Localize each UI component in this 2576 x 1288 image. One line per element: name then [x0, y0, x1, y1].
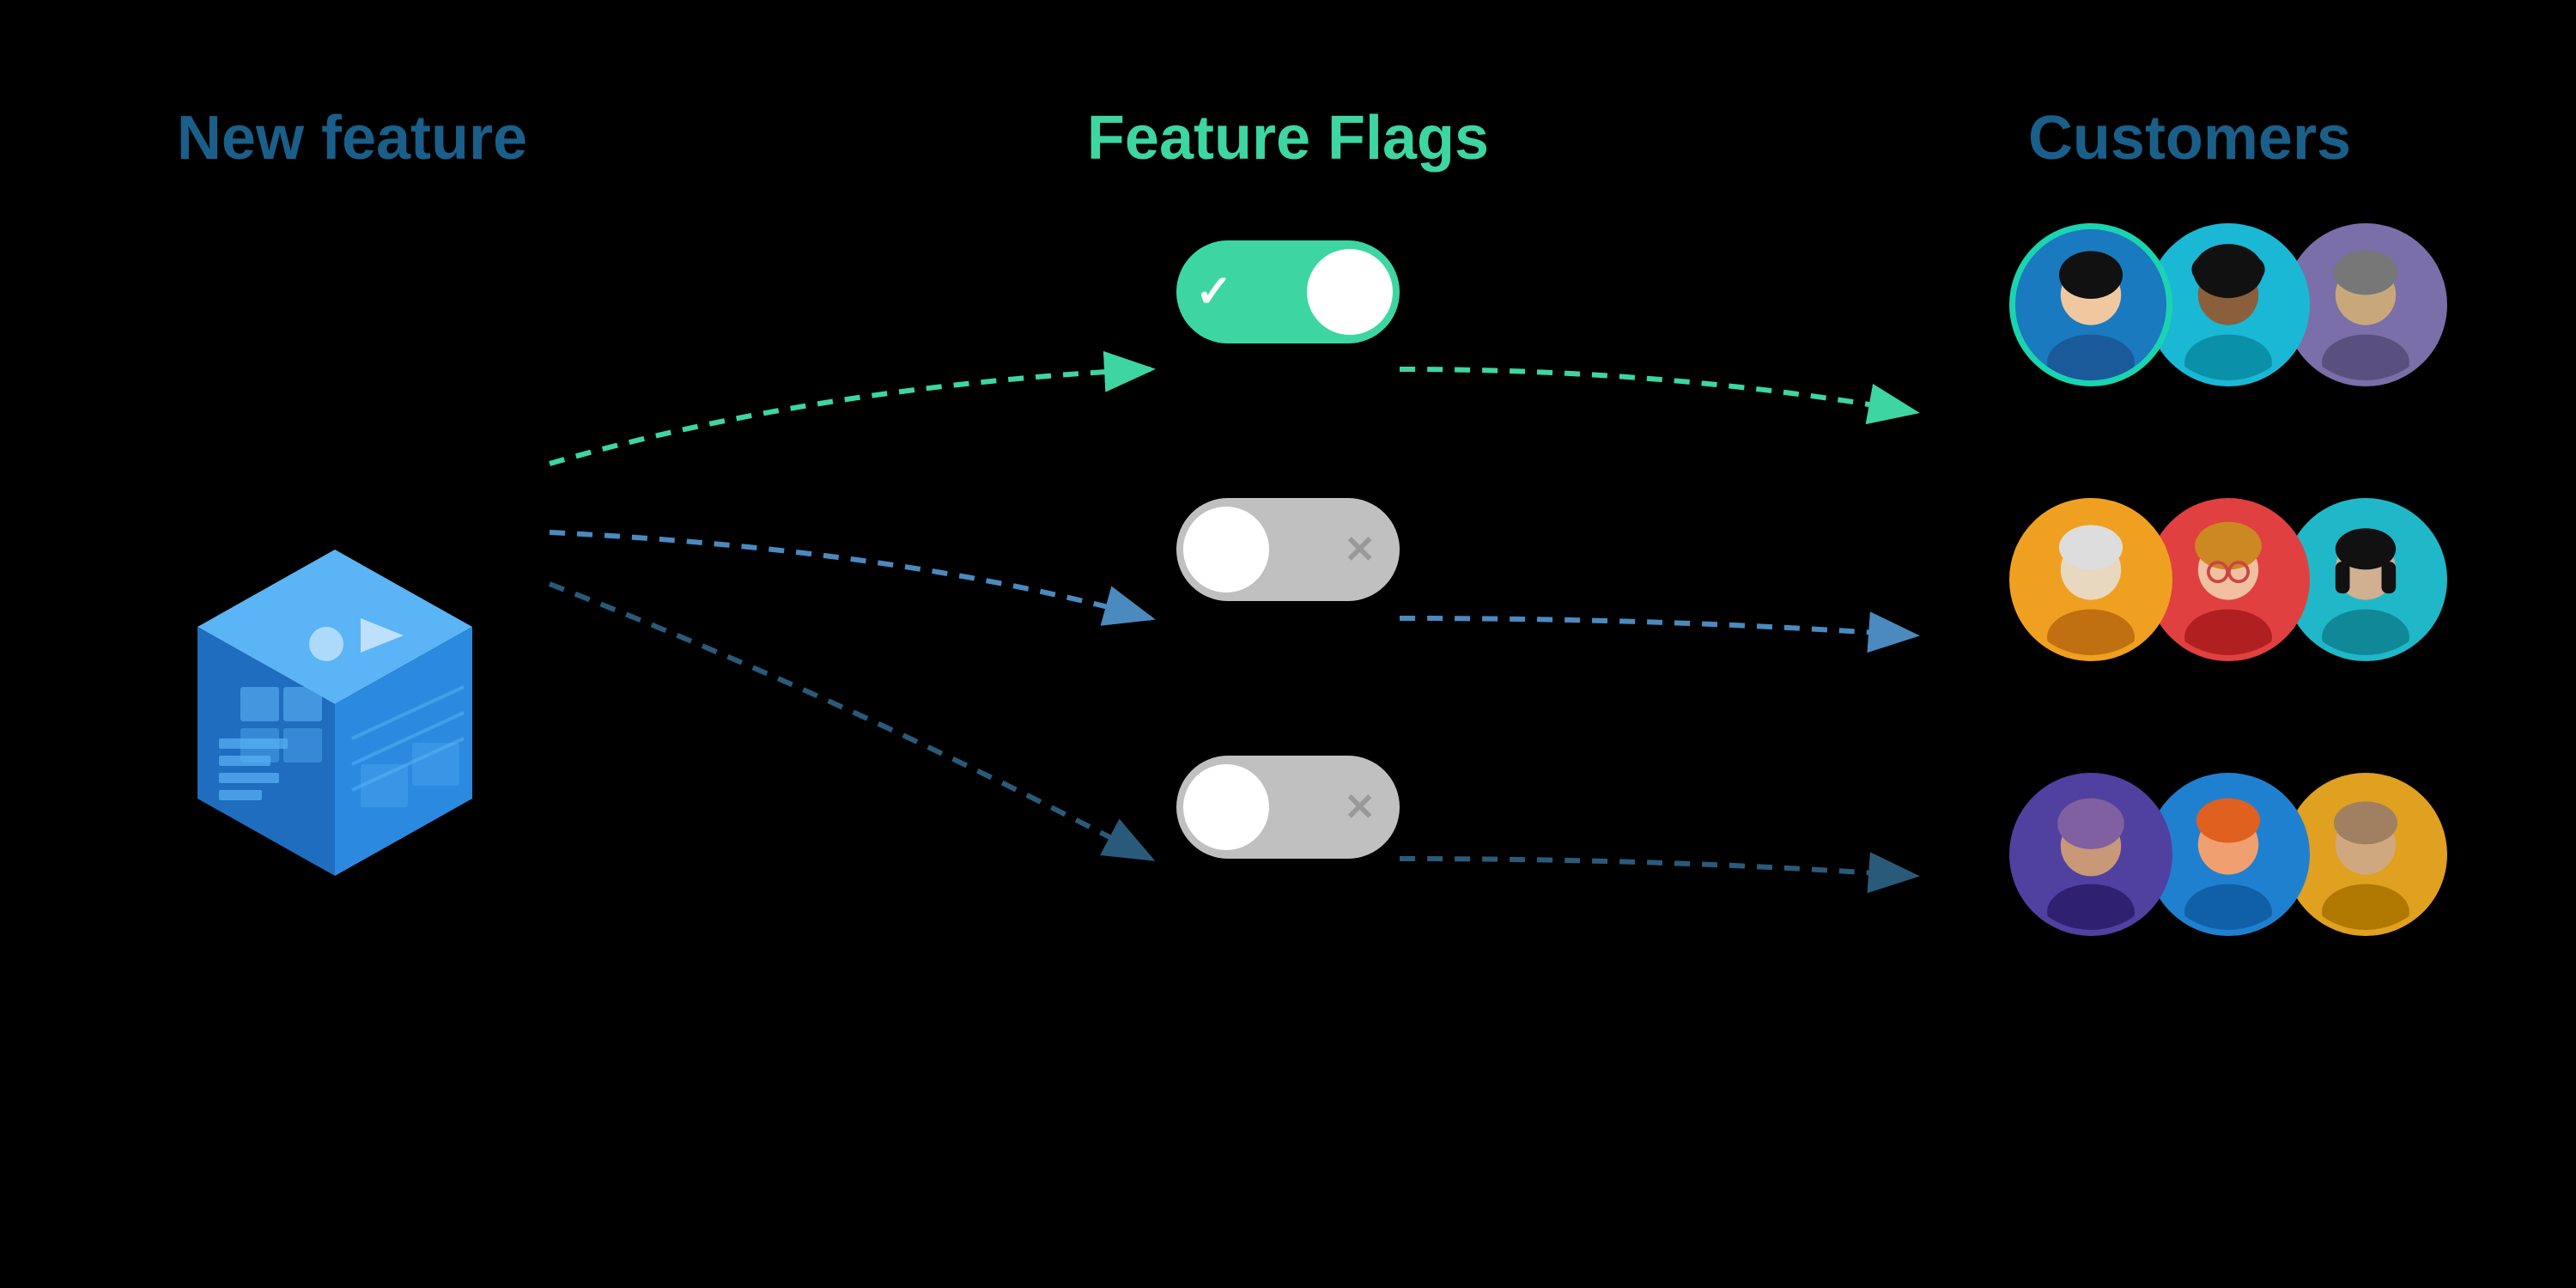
toggle-off-icon-3: ✕ — [1344, 786, 1376, 829]
layout: New feature Feature Flags Customers — [129, 86, 2447, 1202]
toggle-1-knob — [1307, 249, 1393, 335]
toggle-1[interactable]: ✓ — [1176, 240, 1400, 343]
toggle-off-icon-2: ✕ — [1344, 528, 1376, 572]
avatar-2-1 — [2009, 498, 2172, 661]
new-feature-header: New feature — [129, 103, 575, 173]
toggle-2-knob — [1183, 507, 1269, 592]
toggle-3-knob — [1183, 764, 1269, 850]
avatar-1-1 — [2009, 223, 2172, 386]
scene: New feature Feature Flags Customers — [0, 0, 2576, 1288]
feature-flags-column: ✓ ✕ ✕ — [1176, 240, 1400, 859]
customers-column — [2009, 223, 2447, 936]
avatar-group-3 — [2009, 773, 2447, 936]
customers-header: Customers — [1932, 103, 2447, 173]
avatar-group-2 — [2009, 498, 2447, 661]
new-feature-cube — [155, 515, 515, 876]
toggle-2[interactable]: ✕ — [1176, 498, 1400, 601]
toggle-on-icon: ✓ — [1195, 266, 1233, 318]
toggle-3[interactable]: ✕ — [1176, 756, 1400, 859]
avatar-3-1 — [2009, 773, 2172, 936]
avatar-group-1 — [2009, 223, 2447, 386]
feature-flags-header: Feature Flags — [1087, 103, 1489, 173]
